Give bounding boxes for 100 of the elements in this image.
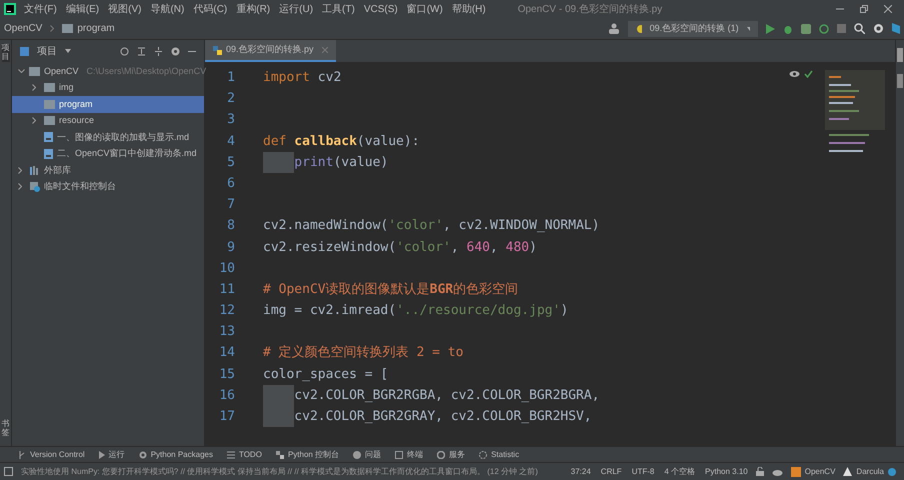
menu-item[interactable]: 文件(F)	[24, 2, 57, 16]
menu-item[interactable]: 运行(U)	[279, 2, 314, 16]
run-configuration-dropdown[interactable]: 09.色彩空间的转换 (1)	[628, 20, 758, 36]
play-icon	[98, 450, 105, 458]
tool-window-button[interactable]: Python Packages	[138, 448, 213, 460]
line-number: 16	[219, 386, 235, 405]
chevron-right-icon[interactable]	[18, 166, 22, 174]
bug-icon[interactable]	[783, 24, 793, 34]
code-line: cv2.resizeWindow('color', 640, 480)	[263, 238, 537, 256]
tool-window-button[interactable]: 问题	[353, 448, 382, 460]
python-file-icon	[213, 46, 222, 54]
interpreter-widget[interactable]: OpenCV	[804, 466, 836, 478]
tree-item[interactable]: 二、OpenCV窗口中创建滑动条.md	[12, 146, 204, 162]
chevron-right-icon[interactable]	[32, 117, 36, 124]
tree-item[interactable]: img	[12, 80, 204, 96]
locate-icon[interactable]	[120, 46, 129, 56]
collapse-all-icon[interactable]	[154, 46, 163, 56]
panel-icon	[20, 46, 29, 56]
terminal-icon	[395, 450, 404, 458]
tree-item[interactable]: resource	[12, 112, 204, 129]
bookmarks-tool-tab[interactable]: 书签	[2, 420, 10, 438]
tool-window-button[interactable]: Statistic	[479, 448, 520, 460]
tool-window-button[interactable]: 服务	[437, 448, 466, 460]
caret-icon	[746, 26, 750, 30]
chevron-right-icon[interactable]	[32, 84, 36, 92]
menu-item[interactable]: 窗口(W)	[406, 2, 443, 16]
status-item[interactable]: CRLF	[600, 466, 622, 478]
line-number: 3	[227, 111, 235, 130]
menu-item[interactable]: VCS(S)	[364, 2, 398, 16]
notification-icon[interactable]	[888, 468, 896, 476]
menu-item[interactable]: 视图(V)	[108, 2, 142, 16]
line-number: 4	[227, 132, 235, 151]
markdown-file-icon	[44, 148, 53, 159]
status-item[interactable]: Python 3.10	[705, 466, 748, 478]
project-view-selector[interactable]: 项目	[37, 44, 57, 58]
editor-tab[interactable]: 09.色彩空间的转换.py	[205, 40, 336, 62]
status-item[interactable]: UTF-8	[632, 466, 654, 478]
chevron-right-icon[interactable]	[18, 183, 22, 190]
folder-icon	[44, 116, 55, 126]
settings-icon[interactable]	[873, 23, 884, 34]
branch-icon	[18, 450, 26, 458]
tree-item[interactable]: OpenCV C:\Users\Mi\Desktop\OpenCV	[12, 63, 204, 80]
line-number: 6	[227, 174, 235, 193]
code-line: def callback(value):	[263, 132, 420, 151]
close-icon[interactable]	[884, 5, 892, 13]
menu-item[interactable]: 代码(C)	[193, 2, 228, 16]
menu-item[interactable]: 工具(T)	[322, 2, 355, 16]
tool-window-button[interactable]: TODO	[226, 448, 262, 460]
folder-icon	[29, 66, 40, 76]
menu-item[interactable]: 重构(R)	[236, 2, 270, 16]
window-title: OpenCV - 09.色彩空间的转换.py	[518, 2, 662, 16]
code-line: import cv2	[263, 69, 342, 87]
tree-item[interactable]: 外部库	[12, 162, 204, 178]
checkmark-icon	[804, 70, 813, 78]
theme-widget[interactable]: Darcula	[856, 466, 884, 478]
project-tool-tab[interactable]: 项目	[2, 44, 10, 62]
tool-window-button[interactable]: 终端	[395, 448, 424, 460]
breadcrumb-item[interactable]: OpenCV	[4, 21, 42, 36]
tree-item[interactable]: program	[12, 96, 204, 112]
status-item[interactable]: 4 个空格	[664, 466, 696, 478]
tree-item[interactable]: 临时文件和控制台	[12, 178, 204, 195]
line-number: 10	[219, 260, 235, 278]
menu-item[interactable]: 编辑(E)	[66, 2, 100, 16]
message-icon	[4, 467, 13, 476]
scratch-icon	[30, 182, 40, 192]
cloud-icon[interactable]	[772, 468, 783, 476]
run-icon[interactable]	[766, 24, 775, 34]
code-line: color_spaces = [	[263, 366, 388, 384]
tool-window-button[interactable]: 运行	[98, 448, 125, 460]
library-icon	[30, 166, 40, 175]
line-number: 5	[227, 154, 235, 172]
expand-all-icon[interactable]	[137, 46, 146, 56]
caret-icon[interactable]	[65, 49, 71, 53]
line-number: 14	[219, 344, 235, 362]
menu-item[interactable]: 导航(N)	[150, 2, 184, 16]
status-item[interactable]: 37:24	[570, 466, 591, 478]
folder-icon	[62, 24, 74, 33]
markdown-file-icon	[44, 132, 53, 142]
theme-icon	[843, 467, 852, 476]
code-line: # 定义颜色空间转换列表 2 = to	[263, 344, 464, 362]
chevron-right-icon	[50, 25, 54, 32]
tool-window-button[interactable]: Python 控制台	[276, 448, 340, 460]
code-line: cv2.namedWindow('color', cv2.WINDOW_NORMAL)	[263, 217, 600, 236]
search-icon[interactable]	[854, 23, 865, 34]
tree-item[interactable]: 一、图像的读取的加载与显示.md	[12, 129, 204, 146]
tool-window-button[interactable]: Version Control	[18, 448, 85, 460]
warning-icon	[353, 450, 362, 458]
folder-icon	[44, 83, 55, 92]
lock-icon[interactable]	[756, 467, 764, 476]
eye-icon[interactable]	[789, 70, 800, 78]
status-message[interactable]: 实验性地使用 NumPy: 您要打开科学模式吗? // 使用科学模式 保持当前布局 // // 科学模式是为数据科学工作而优化的工具窗口布局。 (12 分钟 之前)	[21, 466, 538, 478]
line-number: 1	[227, 69, 235, 87]
chevron-down-icon[interactable]	[18, 69, 25, 74]
line-number: 15	[219, 366, 235, 384]
profile-icon[interactable]	[819, 24, 829, 34]
menu-item[interactable]: 帮助(H)	[452, 2, 486, 16]
breadcrumb-item[interactable]: program	[77, 21, 115, 36]
user-icon[interactable]	[608, 23, 620, 34]
settings-icon[interactable]	[171, 46, 180, 56]
restore-icon[interactable]	[860, 5, 868, 13]
